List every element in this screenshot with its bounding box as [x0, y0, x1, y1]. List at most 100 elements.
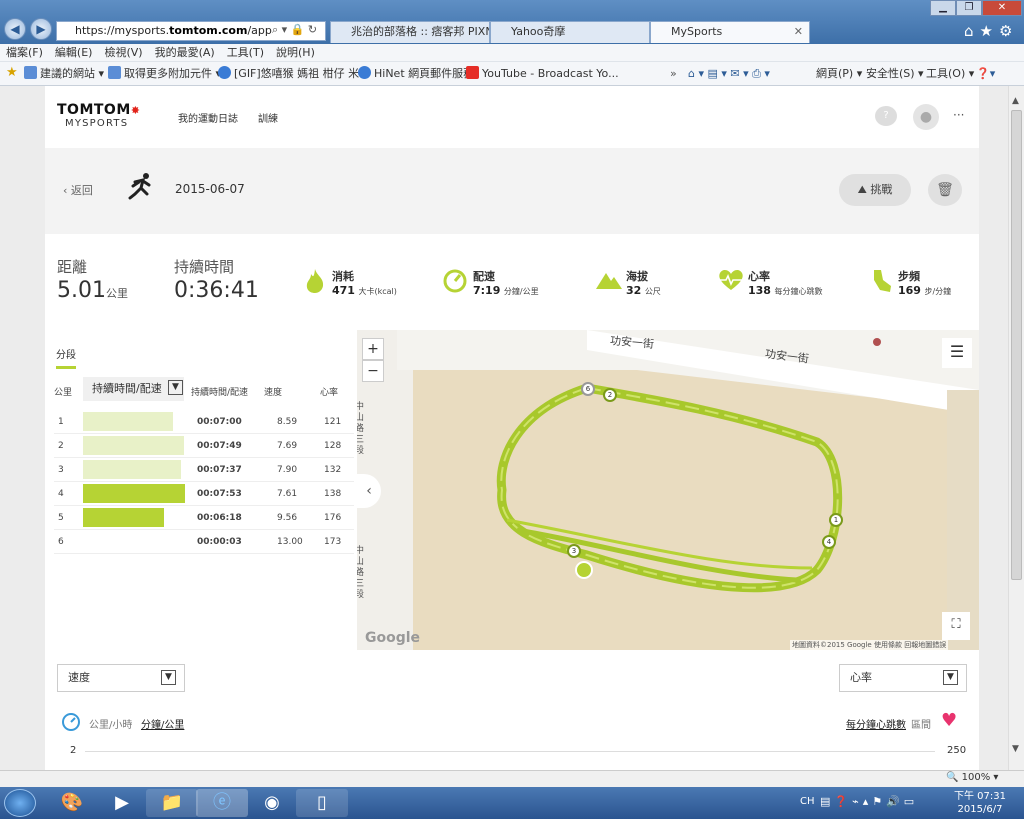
- input-language[interactable]: CH: [800, 796, 815, 807]
- fullscreen-icon[interactable]: ⛶: [942, 612, 970, 640]
- map-terms-link[interactable]: 使用條款: [874, 641, 902, 649]
- unit-bpm[interactable]: 每分鐘心跳數: [846, 716, 906, 731]
- zoom-in-button[interactable]: +: [362, 338, 384, 360]
- tab-splits[interactable]: 分段: [56, 346, 76, 361]
- right-metric-select[interactable]: 心率 ▼: [839, 664, 967, 692]
- file-explorer-icon[interactable]: 📁: [146, 789, 198, 817]
- left-metric-select[interactable]: 速度 ▼: [57, 664, 185, 692]
- help-chat-icon[interactable]: ?: [875, 106, 897, 126]
- distance-value-group: 5.01公里: [57, 278, 128, 303]
- stat-calories-value: 471: [332, 284, 355, 297]
- menu-file[interactable]: 檔案(F): [0, 44, 49, 61]
- split-metric-select[interactable]: 持續時間/配速 ▼: [83, 377, 184, 401]
- map-layers-menu-icon[interactable]: ☰: [942, 338, 972, 368]
- fav-item[interactable]: 建議的網站 ▾: [24, 66, 104, 82]
- favorites-star-icon[interactable]: ★: [6, 65, 18, 81]
- forward-arrow-icon[interactable]: ▶: [30, 18, 52, 40]
- unit-kmh[interactable]: 公里/小時: [89, 716, 132, 731]
- fav-item[interactable]: [GIF]悠嘻猴 媽祖 柑仔 米...: [218, 66, 370, 82]
- stat-elevation: 海拔 32 公尺: [626, 268, 661, 297]
- maximize-icon[interactable]: ❐: [956, 0, 982, 16]
- tab-mysports[interactable]: MySports ✕: [650, 21, 810, 43]
- unit-zones[interactable]: 區間: [911, 716, 931, 731]
- route-marker-1[interactable]: 1: [829, 513, 843, 527]
- back-link[interactable]: ‹ 返回: [63, 182, 93, 198]
- col-header-speed: 速度: [264, 388, 283, 398]
- more-menu-icon[interactable]: ···: [953, 108, 964, 122]
- stat-pace: 配速 7:19 分鐘/公里: [473, 268, 539, 297]
- cell-speed: 13.00: [260, 529, 316, 554]
- scroll-thumb[interactable]: [1011, 110, 1022, 580]
- fav-item[interactable]: HiNet 網頁郵件服務: [358, 66, 474, 82]
- menu-view[interactable]: 檢視(V): [98, 44, 148, 61]
- user-avatar-icon[interactable]: ●: [913, 104, 939, 130]
- zoom-level[interactable]: 🔍 100% ▾: [946, 772, 998, 783]
- cmd-page[interactable]: 網頁(P) ▾: [816, 66, 862, 82]
- cmd-safety[interactable]: 安全性(S) ▾: [866, 66, 924, 82]
- zoom-out-button[interactable]: −: [362, 360, 384, 382]
- help-icon[interactable]: ❓▾: [976, 66, 995, 82]
- trash-icon[interactable]: 🗑: [928, 174, 962, 206]
- route-marker-4[interactable]: 4: [822, 535, 836, 549]
- close-window-icon[interactable]: ✕: [982, 0, 1022, 16]
- menu-tools[interactable]: 工具(T): [221, 44, 270, 61]
- scroll-up-icon[interactable]: ▲: [1012, 96, 1019, 106]
- youtube-icon: [466, 66, 479, 79]
- menu-bar: 檔案(F) 編輯(E) 檢視(V) 我的最愛(A) 工具(T) 說明(H): [0, 44, 1024, 62]
- nav-activity-log[interactable]: 我的運動日誌: [178, 110, 238, 125]
- page-icon: [24, 66, 37, 79]
- map-canvas[interactable]: [357, 330, 979, 650]
- route-marker-6[interactable]: 6: [581, 382, 595, 396]
- brand-hands-icon: ✸: [130, 104, 141, 117]
- media-player-icon[interactable]: ▶: [96, 789, 148, 817]
- expand-chevron-icon[interactable]: »: [670, 66, 677, 82]
- mountain-icon: [595, 270, 623, 293]
- challenge-button[interactable]: ⛰ 挑戰: [839, 174, 911, 206]
- phone-app-icon[interactable]: ▯: [296, 789, 348, 817]
- unit-min-per-km[interactable]: 分鐘/公里: [141, 716, 184, 731]
- tab-close-icon[interactable]: ✕: [794, 22, 803, 42]
- fav-item[interactable]: 取得更多附加元件 ▾: [108, 66, 221, 82]
- tab-pixnet[interactable]: 兆治的部落格 :: 痞客邦 PIXNE...: [330, 21, 490, 43]
- heart-rate-icon: [717, 268, 745, 295]
- internet-explorer-icon[interactable]: ⓔ: [196, 789, 248, 817]
- chrome-icon[interactable]: ◉: [246, 789, 298, 817]
- split-bar: [83, 508, 165, 527]
- cmd-tools[interactable]: 工具(O) ▾: [926, 66, 974, 82]
- route-marker-3[interactable]: 3: [567, 544, 581, 558]
- fav-item[interactable]: YouTube - Broadcast Yo...: [466, 66, 619, 82]
- minimize-icon[interactable]: ▁: [930, 0, 956, 16]
- split-bar: [83, 484, 185, 503]
- favorites-bar: ★ 建議的網站 ▾ 取得更多附加元件 ▾ [GIF]悠嘻猴 媽祖 柑仔 米...…: [0, 62, 1024, 86]
- route-marker-5[interactable]: 5: [575, 561, 593, 579]
- tab-label: 兆治的部落格 :: 痞客邦 PIXNE...: [351, 25, 489, 38]
- start-button-icon[interactable]: [4, 789, 36, 817]
- cell-km: 5: [54, 505, 83, 530]
- tab-underline: [56, 366, 76, 369]
- address-search-lock-refresh-icons[interactable]: ⌕ ▾ 🔒 ↻: [272, 23, 324, 39]
- menu-help[interactable]: 說明(H): [270, 44, 321, 61]
- vertical-scrollbar[interactable]: ▲ ▼: [1008, 86, 1024, 770]
- back-label: 返回: [70, 184, 93, 197]
- scroll-down-icon[interactable]: ▼: [1012, 744, 1019, 754]
- tab-yahoo[interactable]: Yahoo奇摩: [490, 21, 650, 43]
- brand-logo[interactable]: TOMTOM✸: [57, 102, 140, 118]
- route-marker-2[interactable]: 2: [603, 388, 617, 402]
- menu-edit[interactable]: 編輯(E): [49, 44, 99, 61]
- map-report-link[interactable]: 回報地圖錯誤: [904, 641, 946, 649]
- axis-line: [85, 751, 935, 752]
- stat-cadence-label: 步頻: [898, 270, 920, 283]
- back-arrow-icon[interactable]: ◀: [4, 18, 26, 40]
- menu-favorites[interactable]: 我的最愛(A): [149, 44, 221, 61]
- paint-icon[interactable]: 🎨: [46, 789, 98, 817]
- tray-icons[interactable]: ▤❓⌁▴⚑🔊▭: [820, 795, 918, 808]
- table-row: 2 00:07:49 7.69 128: [54, 433, 354, 458]
- route-map[interactable]: 6 2 1 4 3 5 功安一街 功安一街 中山路三段 中山路三段 + − ‹ …: [357, 330, 979, 650]
- cell-hr: 138: [316, 481, 354, 506]
- tray-clock[interactable]: 下午 07:31 2015/6/7: [954, 790, 1006, 816]
- nav-training[interactable]: 訓練: [258, 110, 278, 125]
- cell-time: 00:00:03: [187, 529, 260, 554]
- home-star-gear-icons[interactable]: ⌂★⚙: [964, 22, 1018, 40]
- home-feed-mail-print-icons[interactable]: ⌂ ▾ ▤ ▾ ✉ ▾ ⎙ ▾: [688, 66, 770, 82]
- cell-speed: 7.61: [260, 481, 316, 506]
